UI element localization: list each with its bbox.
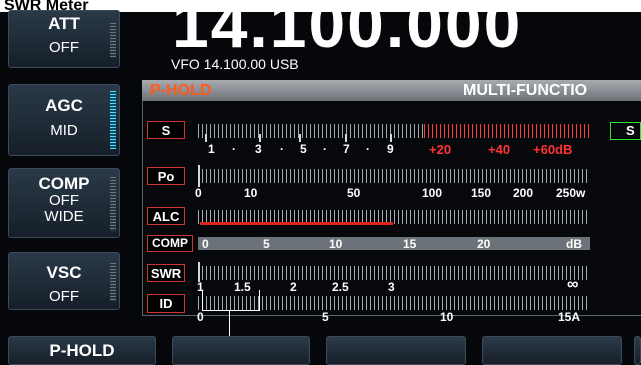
comp-button[interactable]: COMP OFF WIDE (8, 168, 120, 238)
po-tick-10: 10 (244, 186, 258, 200)
comp-tick-5: 5 (263, 237, 270, 251)
comp-meter-scale (198, 237, 590, 250)
po-tick-200: 200 (513, 186, 534, 200)
vsc-grip-icon (110, 263, 116, 301)
po-tick-250w: 250w (556, 186, 586, 200)
p-hold-softkey-label: P-HOLD (49, 341, 115, 360)
callout-bracket (202, 290, 260, 311)
comp-grip-icon (110, 177, 116, 231)
s-tick-1: 1 (208, 142, 215, 156)
swr-meter-scale (198, 266, 590, 280)
swr-tick-2: 2 (290, 280, 297, 294)
att-button-value: OFF (49, 39, 79, 56)
po-tick-50: 50 (347, 186, 361, 200)
comp-tick-20: 20 (477, 237, 491, 251)
po-meter-scale (198, 169, 590, 183)
s-meter-over-scale (424, 124, 590, 138)
s-tick-plus40: +40 (488, 142, 511, 157)
id-tick-10: 10 (440, 310, 454, 324)
frequency-readout: 14.100.000 (172, 0, 523, 61)
peak-hold-indicator: P-HOLD (150, 82, 212, 99)
vsc-button-value: OFF (49, 288, 79, 305)
po-meter-zero-tick (198, 165, 200, 187)
s-tick-dot: · (280, 142, 284, 156)
s-meter-major-tick (390, 134, 392, 142)
s-tick-plus60: +60dB (533, 142, 573, 157)
s-tick-dot: · (366, 142, 370, 156)
id-tick-0: 0 (197, 310, 204, 324)
s-tick-9: 9 (387, 142, 394, 156)
s-tick-plus20: +20 (429, 142, 452, 157)
swr-tick-3: 3 (388, 280, 395, 294)
id-tick-15a: 15A (558, 310, 581, 324)
comp-meter-label[interactable]: COMP (147, 235, 193, 252)
s-meter-major-tick (259, 134, 261, 142)
agc-button-value: MID (50, 122, 78, 139)
s-tick-dot: · (323, 142, 327, 156)
att-button[interactable]: ATT OFF (8, 10, 120, 68)
softkey-4[interactable] (482, 336, 622, 365)
comp-tick-0: 0 (202, 237, 209, 251)
s-tick-7: 7 (343, 142, 350, 156)
swr-tick-infinity: ∞ (567, 276, 579, 293)
comp-button-value: OFF (49, 192, 79, 209)
s-meter-major-tick (345, 134, 347, 142)
comp-button-width: WIDE (44, 208, 84, 225)
comp-button-title: COMP (38, 174, 90, 193)
id-tick-5: 5 (322, 310, 329, 324)
softkey-2[interactable] (172, 336, 310, 365)
po-tick-100: 100 (422, 186, 443, 200)
vsc-button[interactable]: VSC OFF (8, 252, 120, 310)
s-tick-5: 5 (300, 142, 307, 156)
comp-tick-10: 10 (329, 237, 343, 251)
swr-meter-one-tick (198, 262, 200, 282)
po-tick-150: 150 (471, 186, 492, 200)
agc-button-title: AGC (45, 96, 83, 115)
po-meter-label[interactable]: Po (147, 167, 185, 185)
comp-tick-db: dB (566, 237, 582, 251)
s-meter-major-tick (299, 134, 301, 142)
s-meter-label[interactable]: S (147, 121, 185, 139)
id-meter-label[interactable]: ID (147, 294, 185, 313)
att-button-title: ATT (48, 14, 80, 33)
vfo-status: VFO 14.100.00 USB (171, 56, 299, 72)
agc-button[interactable]: AGC MID (8, 84, 120, 156)
swr-tick-2-5: 2.5 (332, 280, 349, 294)
softkey-3[interactable] (326, 336, 466, 365)
s-meter-major-tick (205, 134, 207, 142)
vsc-button-title: VSC (46, 263, 82, 282)
att-grip-icon (110, 23, 116, 57)
softkey-5[interactable] (634, 336, 641, 365)
po-tick-0: 0 (195, 186, 202, 200)
p-hold-softkey[interactable]: P-HOLD (8, 336, 156, 365)
alc-level-bar (200, 222, 393, 225)
swr-meter-label[interactable]: SWR (147, 264, 185, 282)
alc-meter-label[interactable]: ALC (147, 207, 185, 225)
agc-level-icon (110, 91, 116, 149)
s-tick-3: 3 (255, 142, 262, 156)
s-meter-select-box[interactable]: S (610, 122, 641, 140)
s-tick-dot: · (232, 142, 236, 156)
comp-tick-15: 15 (403, 237, 417, 251)
multi-function-title: MULTI-FUNCTIO (463, 82, 588, 99)
